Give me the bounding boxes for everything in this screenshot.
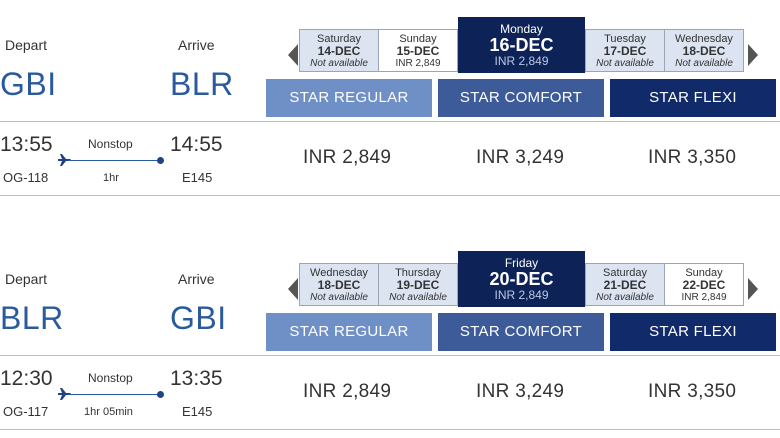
fare-price-star-regular[interactable]: INR 2,849 <box>303 381 391 403</box>
destination-city-code: GBI <box>170 300 227 336</box>
date-option[interactable]: Saturday 14-DEC Not available <box>299 29 379 72</box>
next-dates-arrow-icon[interactable] <box>748 278 758 300</box>
aircraft-type: E145 <box>182 404 213 419</box>
fare-tab-star-comfort[interactable]: STAR COMFORT <box>438 313 604 351</box>
dot-icon <box>157 157 164 164</box>
origin-city-code: GBI <box>0 66 57 102</box>
date-price: Not available <box>596 292 654 303</box>
fare-price-star-flexi[interactable]: INR 3,350 <box>648 147 736 169</box>
fare-price-star-comfort[interactable]: INR 3,249 <box>476 147 564 169</box>
departure-time: 12:30 <box>0 367 53 390</box>
depart-label: Depart <box>5 37 48 53</box>
fare-tab-star-regular[interactable]: STAR REGULAR <box>266 79 432 117</box>
date-value: 14-DEC <box>317 44 361 58</box>
date-price: Not available <box>389 292 447 303</box>
fare-tab-star-flexi[interactable]: STAR FLEXI <box>610 79 776 117</box>
dot-icon <box>157 391 164 398</box>
prev-dates-arrow-icon[interactable] <box>288 278 298 300</box>
date-price: Not available <box>596 58 654 69</box>
fare-price-star-regular[interactable]: INR 2,849 <box>303 147 391 169</box>
date-value: 21-DEC <box>603 278 647 292</box>
departure-time: 13:55 <box>0 133 53 156</box>
fare-price-star-comfort[interactable]: INR 3,249 <box>476 381 564 403</box>
row-divider <box>0 195 780 196</box>
date-option[interactable]: Saturday 21-DEC Not available <box>585 263 665 306</box>
outbound-journey: Depart Arrive GBI BLR Saturday 14-DEC No… <box>0 0 780 196</box>
date-option-selected[interactable]: Monday 16-DEC INR 2,849 <box>458 17 585 73</box>
date-value: 15-DEC <box>396 44 440 58</box>
route-line <box>68 160 160 161</box>
fare-tab-star-comfort[interactable]: STAR COMFORT <box>438 79 604 117</box>
route-line <box>68 394 160 395</box>
flight-duration: 1hr <box>103 172 119 184</box>
depart-label: Depart <box>5 271 48 287</box>
date-option[interactable]: Thursday 19-DEC Not available <box>378 263 458 306</box>
date-option[interactable]: Sunday 15-DEC INR 2,849 <box>378 29 458 72</box>
destination-city-code: BLR <box>170 66 234 102</box>
date-price: INR 2,849 <box>494 54 549 68</box>
fare-tab-star-flexi[interactable]: STAR FLEXI <box>610 313 776 351</box>
arrival-time: 13:35 <box>170 367 223 390</box>
date-option[interactable]: Sunday 22-DEC INR 2,849 <box>664 263 744 306</box>
date-day: Monday <box>500 22 543 36</box>
return-journey: Depart Arrive BLR GBI Wednesday 18-DEC N… <box>0 234 780 438</box>
date-option[interactable]: Wednesday 18-DEC Not available <box>664 29 744 72</box>
date-value: 19-DEC <box>396 278 440 292</box>
arrive-label: Arrive <box>178 271 215 287</box>
date-option[interactable]: Wednesday 18-DEC Not available <box>299 263 379 306</box>
date-price: INR 2,849 <box>395 58 441 69</box>
row-divider <box>0 429 780 430</box>
date-value: 16-DEC <box>489 35 554 55</box>
row-divider <box>0 355 780 356</box>
row-divider <box>0 121 780 122</box>
flight-duration: 1hr 05min <box>84 406 133 418</box>
date-value: 20-DEC <box>489 269 554 289</box>
origin-city-code: BLR <box>0 300 64 336</box>
flight-number: OG-118 <box>3 170 49 185</box>
date-option[interactable]: Tuesday 17-DEC Not available <box>585 29 665 72</box>
date-value: 18-DEC <box>317 278 361 292</box>
aircraft-type: E145 <box>182 170 213 185</box>
date-price: Not available <box>310 58 368 69</box>
date-option-selected[interactable]: Friday 20-DEC INR 2,849 <box>458 251 585 307</box>
arrive-label: Arrive <box>178 37 215 53</box>
date-price: INR 2,849 <box>494 288 549 302</box>
flight-number: OG-117 <box>3 404 49 419</box>
date-price: INR 2,849 <box>681 292 727 303</box>
fare-tab-star-regular[interactable]: STAR REGULAR <box>266 313 432 351</box>
next-dates-arrow-icon[interactable] <box>748 44 758 66</box>
arrival-time: 14:55 <box>170 133 223 156</box>
date-value: 18-DEC <box>682 44 726 58</box>
date-price: Not available <box>675 58 733 69</box>
stops-label: Nonstop <box>88 371 133 385</box>
stops-label: Nonstop <box>88 137 133 151</box>
date-price: Not available <box>310 292 368 303</box>
date-day: Friday <box>504 256 539 270</box>
fare-price-star-flexi[interactable]: INR 3,350 <box>648 381 736 403</box>
date-value: 17-DEC <box>603 44 647 58</box>
date-value: 22-DEC <box>682 278 726 292</box>
prev-dates-arrow-icon[interactable] <box>288 44 298 66</box>
